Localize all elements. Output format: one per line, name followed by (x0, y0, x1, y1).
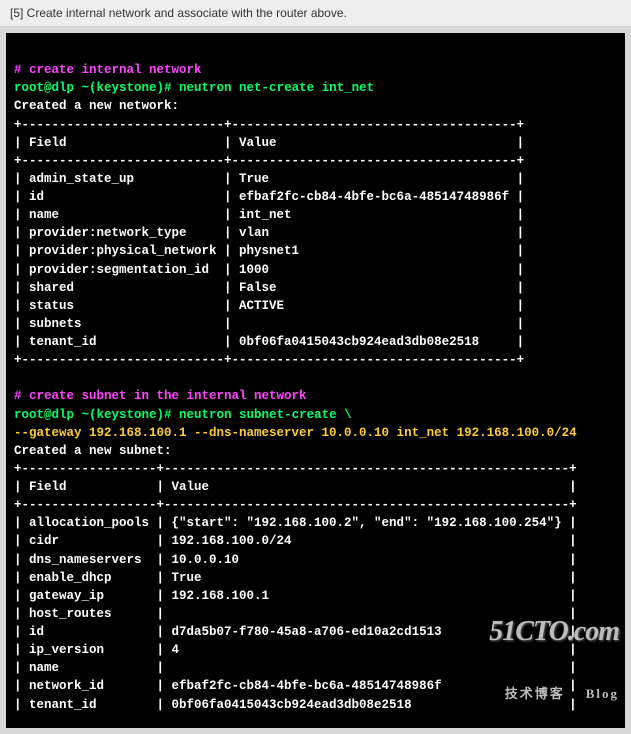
table-row: | id | efbaf2fc-cb84-4bfe-bc6a-485147489… (14, 190, 524, 204)
table-border: +------------------+--------------------… (14, 462, 577, 476)
table-border: +---------------------------+-----------… (14, 353, 524, 367)
table-border: +------------------+--------------------… (14, 498, 577, 512)
table-row: | host_routes | | (14, 607, 577, 621)
cmd-subnet-create: neutron subnet-create \ (179, 408, 352, 422)
table-row: | network_id | efbaf2fc-cb84-4bfe-bc6a-4… (14, 679, 577, 693)
table-row: | dns_nameservers | 10.0.0.10 | (14, 553, 577, 567)
table-row: | admin_state_up | True | (14, 172, 524, 186)
comment-create-network: # create internal network (14, 63, 202, 77)
step-note: [5] Create internal network and associat… (0, 0, 631, 27)
cmd-net-create: neutron net-create int_net (179, 81, 374, 95)
result-header: Created a new network: (14, 99, 179, 113)
table-row: | provider:physical_network | physnet1 | (14, 244, 524, 258)
table-row: | allocation_pools | {"start": "192.168.… (14, 516, 577, 530)
table-row: | cidr | 192.168.100.0/24 | (14, 534, 577, 548)
table-row: | enable_dhcp | True | (14, 571, 577, 585)
shell-prompt: root@dlp ~(keystone)# (14, 408, 172, 422)
table-row: | ip_version | 4 | (14, 643, 577, 657)
table-header: | Field | Value | (14, 136, 524, 150)
table-border: +---------------------------+-----------… (14, 118, 524, 132)
table-row: | id | d7da5b07-f780-45a8-a706-ed10a2cd1… (14, 625, 577, 639)
table-row: | tenant_id | 0bf06fa0415043cb924ead3db0… (14, 698, 577, 712)
table-row: | name | | (14, 661, 577, 675)
terminal-output: # create internal network root@dlp ~(key… (6, 33, 625, 728)
table-row: | shared | False | (14, 281, 524, 295)
cmd-args: --gateway 192.168.100.1 --dns-nameserver… (14, 426, 577, 440)
table-border: +---------------------------+-----------… (14, 154, 524, 168)
table-row: | name | int_net | (14, 208, 524, 222)
table-row: | tenant_id | 0bf06fa0415043cb924ead3db0… (14, 335, 524, 349)
comment-create-subnet: # create subnet in the internal network (14, 389, 307, 403)
table-row: | gateway_ip | 192.168.100.1 | (14, 589, 577, 603)
result-header: Created a new subnet: (14, 444, 172, 458)
shell-prompt: root@dlp ~(keystone)# (14, 81, 172, 95)
table-row: | status | ACTIVE | (14, 299, 524, 313)
table-row: | provider:network_type | vlan | (14, 226, 524, 240)
table-row: | provider:segmentation_id | 1000 | (14, 263, 524, 277)
table-header: | Field | Value | (14, 480, 577, 494)
table-row: | subnets | | (14, 317, 524, 331)
